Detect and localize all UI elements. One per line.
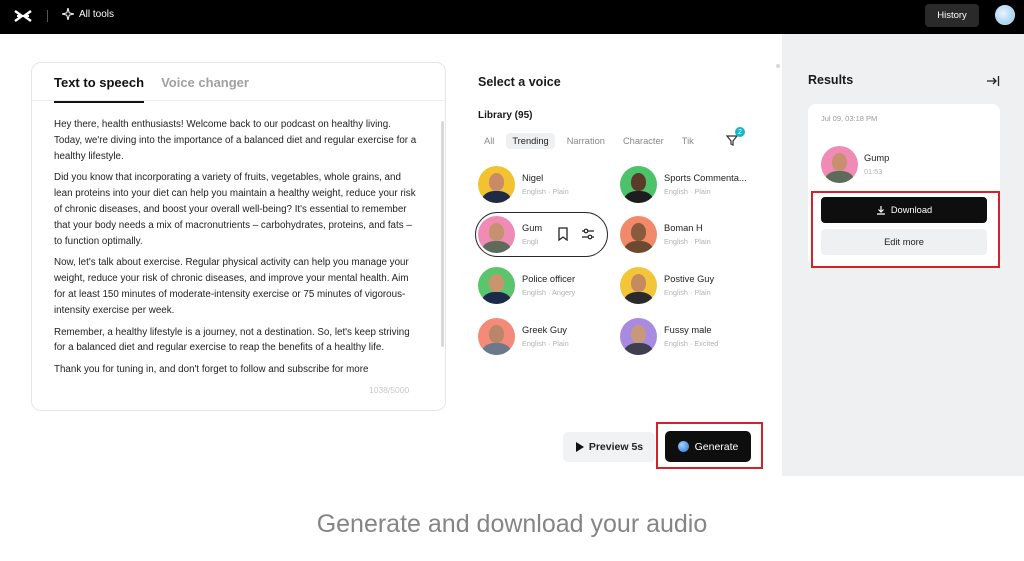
- voice-name: Greek Guy: [522, 325, 567, 335]
- voice-item-fussy-male[interactable]: Fussy male English · Excited: [620, 318, 718, 355]
- scroll-indicator: [776, 64, 780, 68]
- voice-meta: English · Plain: [664, 237, 711, 246]
- voice-item-boman-h[interactable]: Boman H English · Plain: [620, 216, 711, 253]
- caption-text: Generate and download your audio: [316, 510, 708, 538]
- voice-item-sports-commentator[interactable]: Sports Commenta... English · Plain: [620, 166, 747, 203]
- history-button[interactable]: History: [925, 4, 979, 27]
- all-tools-label: All tools: [79, 8, 115, 20]
- result-voice-name: Gump: [864, 153, 890, 163]
- voice-meta: English · Angery: [522, 288, 576, 297]
- script-paragraph: Now, let's talk about exercise. Regular …: [54, 257, 409, 316]
- voice-name: Nigel: [522, 173, 544, 183]
- filter-tiktok[interactable]: Tik: [676, 133, 700, 149]
- filter-trending[interactable]: Trending: [506, 133, 555, 149]
- voice-filter-chips: All Trending Narration Character Tik: [478, 133, 700, 149]
- script-paragraph: Hey there, health enthusiasts! Welcome b…: [54, 119, 417, 162]
- topbar-separator: [47, 10, 48, 22]
- top-bar: All tools History: [0, 0, 1024, 34]
- voice-meta: English · Plain: [522, 187, 569, 196]
- script-textarea[interactable]: Hey there, health enthusiasts! Welcome b…: [54, 117, 419, 387]
- voice-avatar: [478, 267, 515, 304]
- preview-button[interactable]: Preview 5s: [563, 432, 655, 462]
- sparkle-icon: [62, 8, 74, 20]
- result-voice-avatar: [821, 146, 858, 183]
- result-date: Jul 09, 03:18 PM: [821, 114, 878, 123]
- voice-avatar: [620, 166, 657, 203]
- script-paragraph: Remember, a healthy lifestyle is a journ…: [54, 326, 410, 354]
- text-input-panel: Text to speech Voice changer Hey there, …: [31, 62, 446, 411]
- voice-name: Sports Commenta...: [664, 173, 747, 183]
- voice-name: Boman H: [664, 223, 703, 233]
- textarea-scrollbar[interactable]: [441, 121, 444, 347]
- voice-item-gump[interactable]: Gum Engli: [478, 216, 542, 253]
- mode-tabs: Text to speech Voice changer: [54, 75, 249, 103]
- bookmark-icon[interactable]: [557, 227, 569, 241]
- user-avatar[interactable]: [995, 5, 1015, 25]
- script-paragraph: Did you know that incorporating a variet…: [54, 172, 416, 247]
- preview-label: Preview 5s: [588, 441, 644, 453]
- voice-avatar: [478, 216, 515, 253]
- select-voice-title: Select a voice: [478, 75, 561, 89]
- voice-item-postive-guy[interactable]: Postive Guy English · Plain: [620, 267, 714, 304]
- voice-meta: English · Plain: [664, 187, 711, 196]
- voice-name: Fussy male: [664, 325, 712, 335]
- char-count: 1038/5000: [369, 385, 410, 395]
- voice-avatar: [620, 318, 657, 355]
- voice-name: Postive Guy: [664, 274, 715, 284]
- tab-voice-changer[interactable]: Voice changer: [161, 75, 249, 103]
- filter-count-badge: 2: [735, 127, 745, 137]
- collapse-panel-icon[interactable]: [986, 75, 1000, 87]
- voice-item-police-officer[interactable]: Police officer English · Angery: [478, 267, 575, 304]
- filter-all[interactable]: All: [478, 133, 500, 149]
- voice-item-nigel[interactable]: Nigel English · Plain: [478, 166, 569, 203]
- voice-meta: English · Plain: [664, 288, 711, 297]
- voice-meta: English · Excited: [664, 339, 719, 348]
- tab-divider: [32, 100, 445, 101]
- voice-avatar: [478, 318, 515, 355]
- voice-meta: Engli: [522, 237, 539, 246]
- voice-avatar: [478, 166, 515, 203]
- voice-avatar: [620, 267, 657, 304]
- filter-character[interactable]: Character: [617, 133, 670, 149]
- filter-narration[interactable]: Narration: [561, 133, 611, 149]
- settings-sliders-icon[interactable]: [581, 227, 595, 241]
- result-duration: 01:53: [864, 167, 883, 176]
- all-tools-button[interactable]: All tools: [62, 8, 114, 20]
- voice-item-greek-guy[interactable]: Greek Guy English · Plain: [478, 318, 569, 355]
- voice-name: Police officer: [522, 274, 576, 284]
- voice-name: Gum: [522, 223, 543, 233]
- voice-avatar: [620, 216, 657, 253]
- highlight-box-generate: [656, 422, 763, 469]
- highlight-box-download: [811, 191, 1000, 268]
- tab-text-to-speech[interactable]: Text to speech: [54, 75, 145, 103]
- voice-meta: English · Plain: [522, 339, 569, 348]
- play-icon: [575, 442, 584, 452]
- script-paragraph: Thank you for tuning in, and don't forge…: [54, 364, 369, 376]
- results-title: Results: [808, 73, 854, 87]
- library-count: Library (95): [478, 110, 533, 121]
- selected-voice-actions: [557, 227, 595, 241]
- capcut-logo[interactable]: [14, 8, 32, 24]
